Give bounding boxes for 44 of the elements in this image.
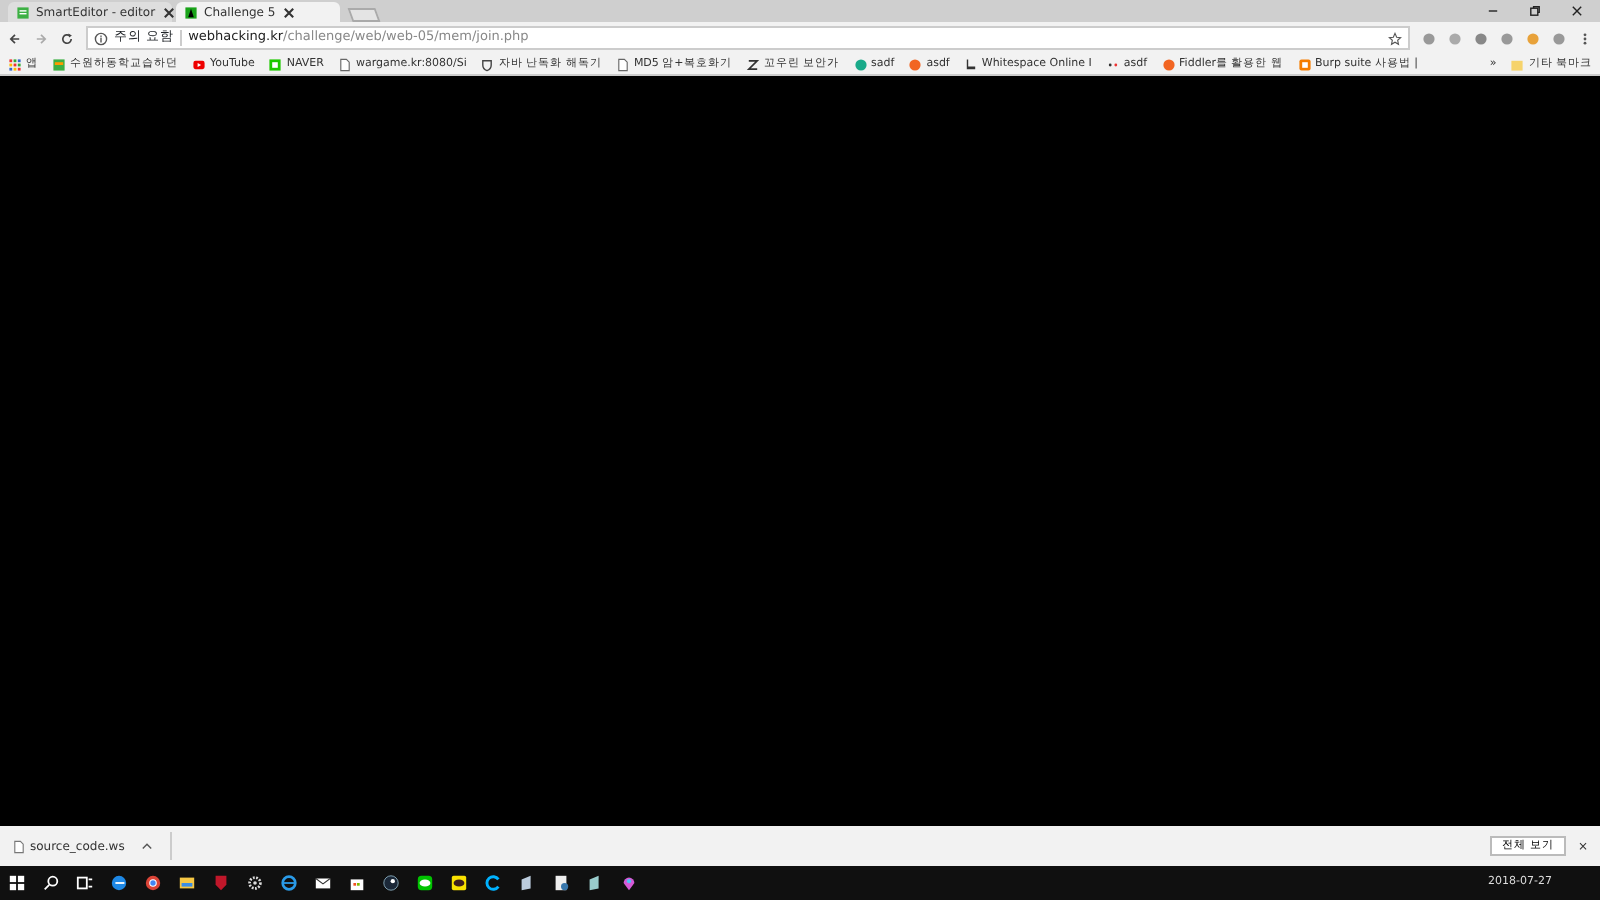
bookmark-icon (52, 57, 66, 71)
bookmark-icon (192, 57, 206, 71)
bookmark-icon (268, 57, 283, 71)
chat-bubble-icon[interactable] (416, 874, 434, 892)
bookmark-icon (480, 57, 495, 71)
folder-icon[interactable] (178, 874, 196, 892)
mail-icon[interactable] (314, 874, 332, 892)
back-icon[interactable] (8, 31, 22, 45)
favicon-icon (16, 5, 30, 19)
gear-icon[interactable] (246, 874, 264, 892)
app-tile-icon[interactable] (518, 874, 536, 892)
info-icon[interactable] (94, 31, 108, 45)
file-icon (12, 839, 26, 853)
reload-icon[interactable] (60, 31, 74, 45)
minimize-icon[interactable] (1486, 4, 1500, 18)
star-icon[interactable] (1388, 31, 1402, 45)
caret-icon[interactable] (140, 839, 155, 853)
task-view-icon[interactable] (76, 874, 94, 892)
internet-explorer-icon[interactable] (280, 874, 298, 892)
close-icon[interactable] (1570, 4, 1584, 18)
folder-icon (1510, 57, 1525, 71)
shield-icon[interactable] (212, 874, 230, 892)
bookmark-icon (8, 57, 22, 71)
bookmark-icon (908, 57, 923, 71)
pin-icon[interactable] (620, 874, 638, 892)
document-icon[interactable] (552, 874, 570, 892)
chrome-icon[interactable] (144, 874, 162, 892)
restore-icon[interactable] (1528, 4, 1542, 18)
store-bag-icon[interactable] (348, 874, 366, 892)
bookmark-icon (1161, 57, 1176, 71)
search-icon[interactable] (42, 874, 60, 892)
menu-icon[interactable] (1578, 31, 1592, 45)
bookmark-icon (1297, 57, 1311, 71)
g-logo-icon[interactable] (484, 874, 502, 892)
edge-browser-icon[interactable] (110, 874, 128, 892)
favicon-icon (184, 5, 198, 19)
close-icon[interactable] (281, 5, 296, 19)
chat-bubble-icon[interactable] (450, 874, 468, 892)
app-tile-icon[interactable] (586, 874, 604, 892)
close-icon[interactable] (161, 5, 176, 19)
windows-start-icon[interactable] (8, 874, 26, 892)
steam-icon[interactable] (382, 874, 400, 892)
bookmark-icon (853, 57, 868, 71)
bookmark-icon (745, 57, 760, 71)
